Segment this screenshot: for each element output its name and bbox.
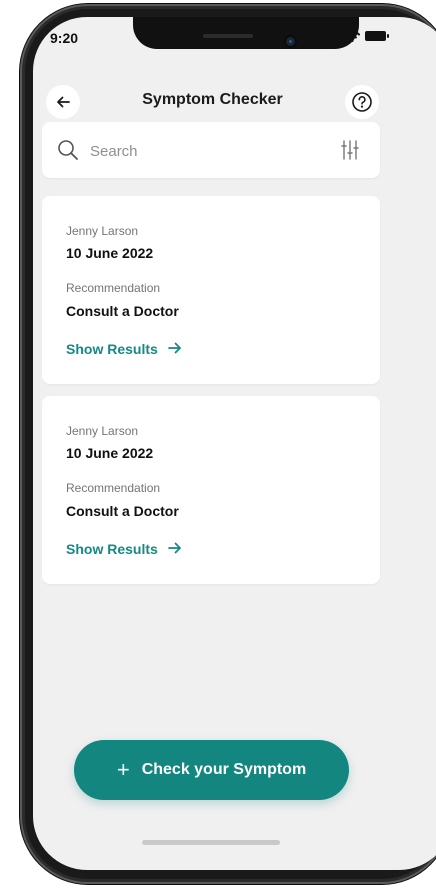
recommendation-value: Consult a Doctor	[66, 503, 179, 519]
result-card: Jenny Larson 10 June 2022 Recommendation…	[42, 396, 380, 584]
arrow-left-icon	[57, 96, 70, 108]
front-camera	[286, 37, 295, 46]
back-button[interactable]	[46, 85, 80, 119]
check-symptom-label: Check your Symptom	[141, 761, 307, 778]
recommendation-label: Recommendation	[66, 281, 161, 295]
check-symptom-button[interactable]: + Check your Symptom	[74, 740, 349, 800]
home-indicator[interactable]	[142, 840, 280, 845]
patient-name: Jenny Larson	[66, 424, 139, 438]
recommendation-value: Consult a Doctor	[66, 303, 179, 319]
show-results-link[interactable]: Show Results	[66, 341, 182, 357]
wifi-icon	[344, 30, 360, 42]
show-results-label: Show Results	[66, 341, 158, 357]
battery-icon	[365, 31, 389, 41]
show-results-link[interactable]: Show Results	[66, 541, 182, 557]
arrow-right-icon	[167, 542, 181, 554]
filter-sliders-icon[interactable]	[341, 140, 359, 160]
recommendation-label: Recommendation	[66, 481, 161, 495]
patient-name: Jenny Larson	[66, 224, 139, 238]
plus-icon: +	[116, 757, 130, 782]
page-title: Symptom Checker	[142, 91, 283, 108]
status-icons	[323, 28, 393, 44]
arrow-right-icon	[167, 342, 181, 354]
question-circle-icon	[352, 92, 372, 112]
search-input[interactable]	[88, 137, 322, 165]
result-date: 10 June 2022	[66, 245, 154, 261]
result-date: 10 June 2022	[66, 445, 154, 461]
status-time: 9:20	[50, 30, 79, 46]
search-icon[interactable]	[57, 139, 79, 161]
result-card: Jenny Larson 10 June 2022 Recommendation…	[42, 196, 380, 384]
help-button[interactable]	[345, 85, 379, 119]
speaker	[203, 34, 253, 38]
search-bar	[42, 122, 380, 178]
show-results-label: Show Results	[66, 541, 158, 557]
